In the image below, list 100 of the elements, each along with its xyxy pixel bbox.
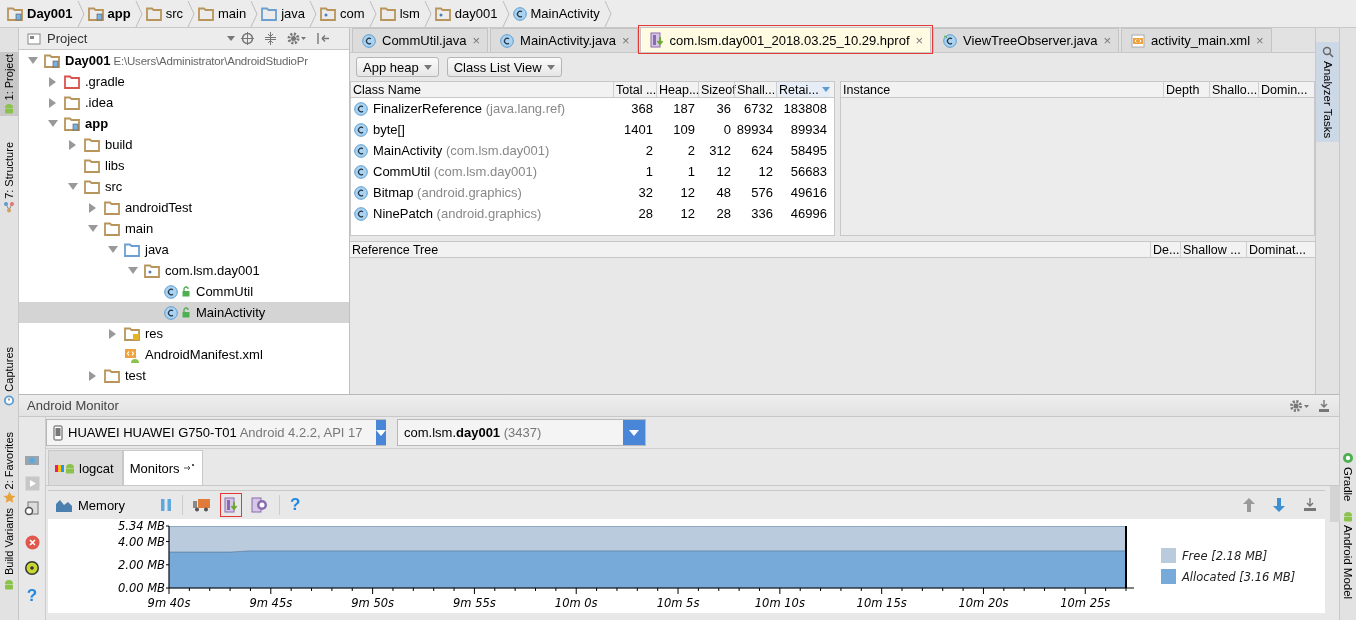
tree-item[interactable]: java [19,239,349,260]
right-arrow-icon[interactable] [69,139,77,150]
down-arrow-icon[interactable] [108,245,118,254]
dropdown-arrow-icon[interactable] [423,64,432,70]
tree-item[interactable]: test [19,365,349,386]
breadcrumb-item[interactable]: app [84,6,135,21]
tool-window-tab[interactable]: Build Variants [0,506,18,592]
dropdown-arrow-icon[interactable] [546,64,555,70]
tree-item[interactable]: build [19,134,349,155]
tool-window-tab[interactable]: Gradle [1342,448,1354,506]
process-dropdown[interactable]: com.lsm.day001 (3437) [397,419,646,447]
editor-tab[interactable]: ViewTreeObserver.java × [933,28,1120,52]
tool-window-tab[interactable]: Android Model [1342,505,1354,603]
breadcrumb-item[interactable]: src [142,6,187,21]
heap-dump-icon[interactable] [649,32,664,48]
down-arrow-icon[interactable] [1273,498,1285,513]
right-arrow-icon[interactable] [109,328,117,339]
breadcrumb-item[interactable]: day001 [431,6,502,21]
down-arrow-icon[interactable] [88,224,98,233]
radiation-icon[interactable] [24,560,40,577]
column-header[interactable]: Shallow ... [1180,242,1246,257]
right-arrow-icon[interactable] [89,370,97,381]
screen-record-icon[interactable] [24,501,40,518]
heap-dump-icon[interactable] [224,497,238,514]
up-arrow-icon[interactable] [1243,498,1255,513]
pin-icon[interactable] [183,464,194,473]
device-dropdown[interactable]: HUAWEI HUAWEI G750-T01 Android 4.2.2, API 17 [46,419,386,447]
right-arrow-icon[interactable] [49,97,57,108]
truck-icon[interactable] [193,498,211,513]
error-icon[interactable] [24,535,40,551]
tool-window-tab[interactable]: Captures [0,345,18,408]
table-cell: MainActivity (com.lsm.day001) [373,143,550,158]
camera-icon[interactable] [24,453,40,467]
down-arrow-icon[interactable] [48,119,58,128]
tree-item[interactable]: .gradle [19,71,349,92]
panel-tab[interactable]: logcat [48,450,123,486]
tool-window-tab[interactable]: 1: Project [0,52,18,117]
breadcrumb-item[interactable]: java [258,6,310,21]
column-header[interactable]: Retai... [776,82,830,97]
column-header[interactable]: Class Name [351,82,613,97]
editor-tab[interactable]: MainActivity.java × [490,28,638,52]
tree-item[interactable]: .idea [19,92,349,113]
allocation-tracker-icon[interactable] [251,497,269,514]
down-arrow-icon[interactable] [128,266,138,275]
right-arrow-icon[interactable] [49,76,57,87]
tree-item[interactable]: androidTest [19,197,349,218]
column-header[interactable]: Domin... [1258,82,1314,97]
tree-item[interactable]: libs [19,155,349,176]
table-cell-text: 624 [750,143,774,158]
dropdown-arrow-icon[interactable] [375,429,386,436]
locate-icon[interactable] [241,32,254,45]
breadcrumb-item[interactable]: MainActivity [509,6,604,21]
tool-window-tab[interactable]: Analyzer Tasks [1316,42,1339,143]
column-header[interactable]: Total ... [613,82,656,97]
table-cell-text: 48 [715,185,732,200]
collapse-all-icon[interactable] [264,32,277,45]
column-header[interactable]: Heap... [656,82,698,97]
hide-panel-icon[interactable] [317,32,330,45]
dropdown-arrow-icon[interactable] [629,429,639,436]
tree-item[interactable]: CommUtil [19,281,349,302]
column-header[interactable]: Depth [1163,82,1209,97]
column-header[interactable]: Reference Tree [350,242,1150,257]
breadcrumb-item[interactable]: main [195,6,251,21]
column-header[interactable]: Sizeof [698,82,734,97]
tree-item[interactable]: res [19,323,349,344]
tree-item[interactable]: Day001 E:\Users\Administrator\AndroidStudioPr [19,50,349,71]
editor-tab[interactable]: com.lsm.day001_2018.03.25_10.29.hprof × [639,27,932,52]
tree-item[interactable]: app [19,113,349,134]
down-arrow-icon[interactable] [68,182,78,191]
tree-item[interactable]: src [19,176,349,197]
tree-item[interactable]: AndroidManifest.xml [19,344,349,365]
download-icon[interactable] [1303,498,1317,513]
pause-icon[interactable] [160,498,172,513]
tree-item[interactable]: main [19,218,349,239]
editor-tab[interactable]: activity_main.xml × [1121,28,1272,52]
tree-item[interactable]: MainActivity [19,302,349,323]
folder-icon [84,179,100,194]
panel-tab[interactable]: Monitors [122,450,203,486]
dropdown-arrow-icon[interactable] [227,36,235,41]
minimize-icon[interactable] [1317,398,1331,413]
column-header[interactable]: Shallo... [1209,82,1258,97]
settings-icon[interactable] [287,32,307,45]
breadcrumb-item[interactable]: com [317,6,369,21]
breadcrumb-item[interactable]: lsm [376,6,424,21]
tree-item[interactable]: com.lsm.day001 [19,260,349,281]
editor-tab[interactable]: CommUtil.java × [352,28,489,52]
view-dropdown[interactable]: Class List View [446,57,562,77]
tick-label: 10m 5s [656,596,700,611]
close-button[interactable]: × [915,32,924,48]
down-arrow-icon[interactable] [28,56,38,65]
settings-icon[interactable] [1289,398,1311,413]
tool-window-tab[interactable]: 7: Structure [0,140,18,216]
breadcrumb-item[interactable]: Day001 [4,6,77,21]
right-arrow-icon[interactable] [89,202,97,213]
magnifier-icon [1321,46,1334,58]
column-header[interactable]: De... [1150,242,1180,257]
column-header[interactable]: Instance [841,82,1163,97]
tool-window-tab[interactable]: 2: Favorites [0,429,18,507]
scrollbar-thumb[interactable] [1330,486,1340,522]
heap-dropdown[interactable]: App heap [356,57,439,77]
